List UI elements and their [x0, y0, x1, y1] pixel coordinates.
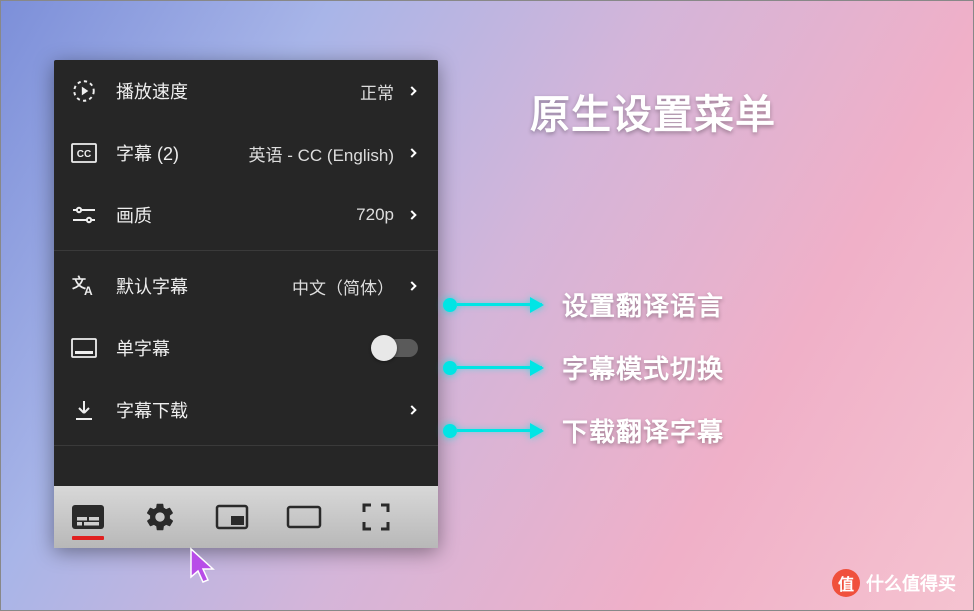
fullscreen-button[interactable]: [356, 497, 396, 537]
menu-item-quality[interactable]: 画质 720p: [54, 184, 438, 246]
annotation-label: 设置翻译语言: [562, 286, 724, 323]
cc-toggle-button[interactable]: [68, 497, 108, 537]
menu-value: 英语 - CC (English): [249, 141, 394, 166]
download-icon: [70, 396, 98, 424]
playback-speed-icon: [70, 77, 98, 105]
settings-menu: 播放速度 正常 CC 字幕 (2) 英语 - CC (English) 画质: [54, 60, 438, 548]
pointer-dot-icon: [443, 298, 457, 312]
chevron-right-icon: [406, 84, 420, 98]
annotation-download-sub: 下载翻译字幕: [443, 412, 724, 449]
player-controls: [54, 486, 438, 548]
menu-label: 字幕下载: [116, 397, 188, 423]
watermark-badge-icon: 值: [832, 569, 860, 597]
menu-label: 单字幕: [116, 335, 170, 361]
settings-gear-button[interactable]: [140, 497, 180, 537]
mouse-cursor-icon: [188, 547, 220, 592]
miniplayer-button[interactable]: [212, 497, 252, 537]
page-title: 原生设置菜单: [530, 82, 776, 140]
watermark: 值 什么值得买: [832, 569, 956, 597]
menu-item-playback-speed[interactable]: 播放速度 正常: [54, 60, 438, 122]
menu-value: 720p: [356, 205, 394, 225]
menu-divider: [54, 250, 438, 251]
menu-label: 默认字幕: [116, 273, 188, 299]
watermark-text: 什么值得买: [866, 570, 956, 596]
pointer-dot-icon: [443, 361, 457, 375]
svg-text:A: A: [84, 284, 93, 298]
chevron-right-icon: [406, 208, 420, 222]
annotation-mode-switch: 字幕模式切换: [443, 349, 724, 386]
menu-item-subtitle-download[interactable]: 字幕下载: [54, 379, 438, 441]
translate-icon: 文 A: [70, 272, 98, 300]
subtitle-box-icon: [70, 334, 98, 362]
svg-text:CC: CC: [77, 149, 91, 160]
menu-label: 画质: [116, 202, 152, 228]
menu-divider: [54, 445, 438, 446]
annotation-label: 下载翻译字幕: [562, 412, 724, 449]
menu-label: 播放速度: [116, 78, 188, 104]
menu-value: 正常: [360, 79, 394, 104]
sliders-icon: [70, 201, 98, 229]
chevron-right-icon: [406, 279, 420, 293]
annotation-set-language: 设置翻译语言: [443, 286, 724, 323]
menu-item-single-subtitle[interactable]: 单字幕: [54, 317, 438, 379]
subtitle-mode-toggle[interactable]: [374, 339, 418, 357]
menu-item-default-subtitle[interactable]: 文 A 默认字幕 中文（简体）: [54, 255, 438, 317]
menu-value: 中文（简体）: [292, 274, 394, 299]
chevron-right-icon: [406, 146, 420, 160]
chevron-right-icon: [406, 403, 420, 417]
menu-label: 字幕 (2): [116, 140, 179, 166]
menu-item-subtitles[interactable]: CC 字幕 (2) 英语 - CC (English): [54, 122, 438, 184]
cc-icon: CC: [70, 139, 98, 167]
annotation-label: 字幕模式切换: [562, 349, 724, 386]
pointer-dot-icon: [443, 424, 457, 438]
theater-mode-button[interactable]: [284, 497, 324, 537]
